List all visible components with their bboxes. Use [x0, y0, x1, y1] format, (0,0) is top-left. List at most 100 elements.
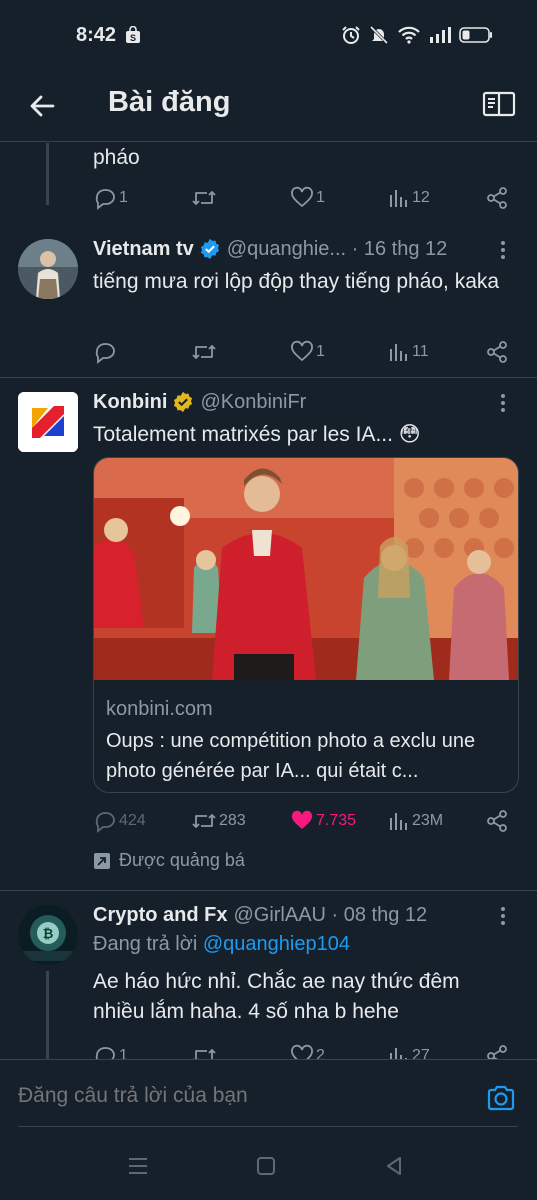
verified-icon [174, 391, 193, 413]
retweet-icon [192, 191, 216, 205]
replying-to: Đang trả lời @quanghiep104 [93, 933, 350, 956]
tweet-feed[interactable]: pháo 1 1 12 Vietnam tv @quanghie... · 16… [0, 143, 537, 1059]
tweet-parent[interactable]: pháo 1 1 12 [0, 143, 537, 231]
link-card[interactable]: konbini.com Oups : une compétition photo… [93, 457, 519, 793]
retweet-button[interactable] [191, 185, 217, 211]
like-button[interactable]: 1 [290, 185, 325, 211]
views-button[interactable]: 12 [388, 185, 430, 211]
author-name[interactable]: Konbini [93, 391, 167, 414]
system-nav-bar [0, 1130, 537, 1200]
author-handle: @KonbiniFr [200, 390, 307, 413]
status-icons [341, 25, 493, 45]
home-square-icon [257, 1157, 275, 1175]
retweet-icon [192, 814, 216, 828]
status-time: 8:42 [76, 24, 117, 46]
reply-input[interactable] [18, 1084, 458, 1108]
card-image [94, 458, 518, 680]
share-button[interactable] [485, 1043, 509, 1059]
like-button[interactable]: 2 [290, 1043, 325, 1059]
tweet-text: tiếng mưa rơi lộp độp thay tiếng pháo, k… [93, 270, 500, 293]
top-bar: Bài đăng [0, 70, 537, 142]
avatar[interactable] [18, 239, 78, 299]
tweet-promoted[interactable]: Konbini @KonbiniFr Totalement matrixés p… [0, 378, 537, 890]
like-icon [291, 810, 313, 829]
back-arrow-icon [30, 95, 55, 117]
retweet-icon [193, 1049, 216, 1059]
tweet-actions: 1 11 [93, 339, 518, 365]
more-options-button[interactable] [493, 390, 513, 416]
back-triangle-icon [387, 1157, 401, 1175]
recents-button[interactable] [126, 1154, 150, 1178]
menu-icon [129, 1158, 147, 1174]
share-button[interactable] [485, 339, 509, 365]
views-count: 12 [412, 189, 430, 206]
views-count: 23M [412, 812, 444, 829]
home-button[interactable] [254, 1154, 278, 1178]
like-button[interactable]: 1 [290, 339, 325, 365]
tweet-reply[interactable]: ₿ Crypto and Fx @GirlAAU · 08 thg 12 Đan… [0, 891, 537, 1059]
reply-button[interactable]: 1 [93, 185, 128, 211]
views-button[interactable]: 11 [388, 339, 429, 365]
author-name[interactable]: Vietnam tv [93, 238, 194, 261]
avatar[interactable]: ₿ [18, 905, 78, 965]
views-count: 27 [412, 1047, 430, 1059]
author-handle-date: @quanghie... · 16 thg 12 [226, 237, 448, 260]
svg-text:₿: ₿ [43, 926, 54, 941]
views-icon [390, 344, 407, 361]
reader-mode-button[interactable] [479, 84, 519, 124]
replying-to-label: Đang trả lời [93, 933, 198, 955]
verified-icon [200, 238, 219, 260]
reply-compose-bar [0, 1059, 537, 1129]
like-count: 1 [316, 189, 325, 206]
back-system-button[interactable] [382, 1154, 406, 1178]
share-icon [487, 187, 507, 209]
tweet-actions: 1 2 27 [93, 1043, 518, 1059]
more-icon [501, 241, 505, 245]
retweet-button[interactable] [191, 1043, 217, 1059]
reader-icon [482, 91, 516, 117]
author-name[interactable]: Crypto and Fx [93, 904, 227, 927]
share-icon [487, 1045, 507, 1059]
like-count: 2 [316, 1047, 325, 1059]
reply-icon [95, 1047, 115, 1059]
share-icon [487, 341, 507, 363]
avatar[interactable] [18, 392, 78, 452]
tweet-reply[interactable]: Vietnam tv @quanghie... · 16 thg 12 tiến… [0, 231, 537, 377]
alarm-icon [342, 26, 360, 44]
share-button[interactable] [485, 808, 509, 834]
views-count: 11 [412, 343, 429, 360]
mention-link[interactable]: @quanghiep104 [203, 933, 350, 955]
share-icon [487, 810, 507, 832]
page-title: Bài đăng [108, 86, 231, 118]
reply-button[interactable]: 424 [93, 808, 146, 834]
share-button[interactable] [485, 185, 509, 211]
views-icon [390, 1048, 407, 1059]
retweet-button[interactable] [191, 339, 217, 365]
camera-icon[interactable] [485, 1082, 517, 1114]
more-icon [501, 394, 505, 398]
promoted-icon [94, 852, 110, 869]
retweet-button[interactable]: 283 [191, 808, 246, 834]
thread-line [46, 971, 49, 1059]
signal-icon [430, 27, 451, 43]
reply-button[interactable]: 1 [93, 1043, 128, 1059]
more-icon [501, 907, 505, 911]
like-button[interactable]: 7.735 [290, 808, 356, 834]
tweet-actions: 424 283 7.735 23M [93, 808, 518, 834]
reply-button[interactable] [93, 339, 117, 365]
tweet-header: Konbini @KonbiniFr [93, 388, 513, 416]
reply-icon [95, 812, 115, 833]
more-options-button[interactable] [493, 903, 513, 929]
retweet-icon [192, 345, 216, 359]
views-button[interactable]: 23M [388, 808, 443, 834]
reply-count: 424 [119, 812, 146, 829]
like-icon [291, 340, 313, 362]
back-button[interactable] [22, 86, 62, 126]
promoted-label: Được quảng bá [93, 850, 245, 871]
status-bar: 8:42 S [0, 0, 537, 70]
views-button[interactable]: 27 [388, 1043, 430, 1059]
card-domain: konbini.com [106, 698, 213, 720]
more-options-button[interactable] [493, 237, 513, 263]
retweet-count: 283 [219, 812, 246, 829]
svg-text:S: S [130, 33, 136, 43]
